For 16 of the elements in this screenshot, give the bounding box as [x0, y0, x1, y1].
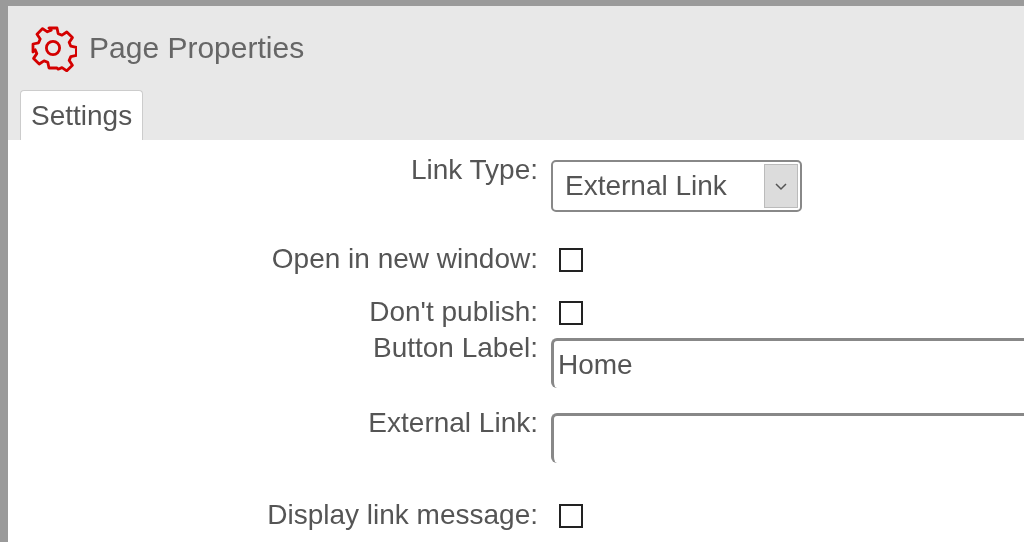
- input-field[interactable]: [551, 413, 1024, 463]
- window-title: Page Properties: [89, 31, 305, 65]
- input-field[interactable]: Home: [551, 338, 1024, 388]
- field-label: Open in new window:: [270, 243, 538, 275]
- tab[interactable]: Settings: [20, 90, 144, 140]
- field-label: Don't publish:: [368, 296, 538, 328]
- field-label: External Link:: [367, 407, 538, 439]
- dropdown[interactable]: External Link: [551, 160, 802, 212]
- field-label: Button Label:: [371, 332, 538, 364]
- checkbox[interactable]: [559, 504, 583, 528]
- chevron-down-icon: [764, 164, 798, 208]
- field-label: Link Type:: [409, 154, 538, 186]
- checkbox[interactable]: [559, 248, 583, 272]
- settings-icon: [29, 24, 77, 72]
- checkbox[interactable]: [559, 301, 583, 325]
- field-label: Display link message:: [266, 499, 538, 531]
